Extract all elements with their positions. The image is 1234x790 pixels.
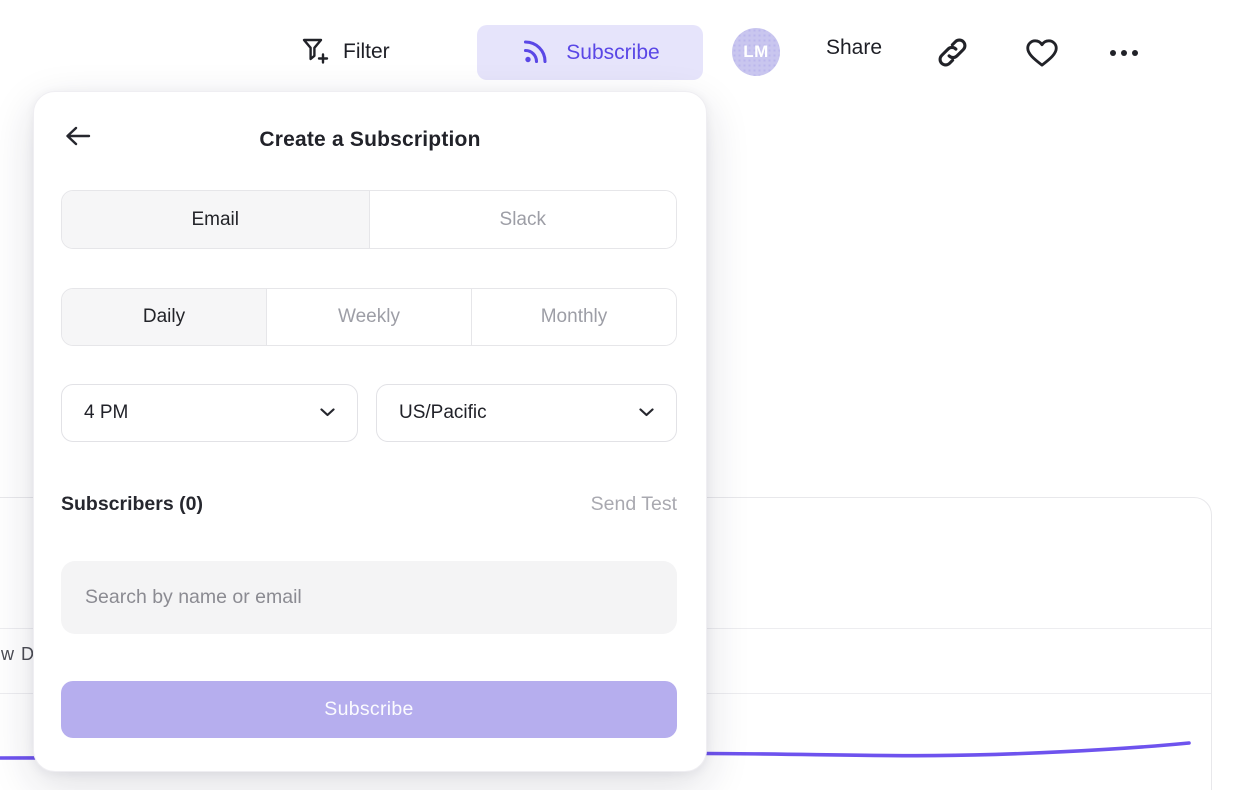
tab-email[interactable]: Email [62, 191, 369, 248]
subscribers-count-label: Subscribers (0) [61, 493, 203, 516]
send-test-button[interactable]: Send Test [591, 493, 677, 516]
copy-link-button[interactable] [934, 34, 971, 76]
timezone-select[interactable]: US/Pacific [376, 384, 677, 442]
rss-icon [520, 34, 553, 72]
tab-daily[interactable]: Daily [62, 289, 266, 345]
schedule-row: 4 PM US/Pacific [61, 384, 677, 442]
channel-tabs: Email Slack [61, 190, 677, 249]
heart-icon [1024, 36, 1060, 74]
frequency-tabs: Daily Weekly Monthly [61, 288, 677, 346]
favorite-button[interactable] [1024, 36, 1060, 74]
filter-label: Filter [343, 40, 390, 64]
filter-button[interactable]: Filter [299, 30, 390, 74]
tab-slack[interactable]: Slack [369, 191, 677, 248]
chevron-down-icon [639, 404, 654, 422]
modal-title: Create a Subscription [34, 128, 706, 152]
tab-weekly[interactable]: Weekly [266, 289, 471, 345]
filter-plus-icon [299, 33, 330, 71]
timezone-select-value: US/Pacific [399, 402, 487, 424]
subscribe-label: Subscribe [566, 41, 659, 65]
avatar-initials: LM [743, 42, 769, 62]
subscribe-button[interactable]: Subscribe [477, 25, 703, 80]
ellipsis-icon [1110, 50, 1138, 56]
chevron-down-icon [320, 404, 335, 422]
tab-monthly[interactable]: Monthly [471, 289, 676, 345]
create-subscription-modal: Create a Subscription Email Slack Daily … [33, 91, 707, 772]
subscribers-row: Subscribers (0) Send Test [61, 493, 677, 516]
subscriber-search-input[interactable] [61, 561, 677, 634]
avatar[interactable]: LM [732, 28, 780, 76]
link-icon [934, 34, 971, 76]
more-options-button[interactable] [1110, 48, 1138, 58]
subscribe-submit-button[interactable]: Subscribe [61, 681, 677, 738]
time-select[interactable]: 4 PM [61, 384, 358, 442]
share-button[interactable]: Share [826, 36, 882, 60]
page: w D Filter Subscribe LM Share [0, 0, 1234, 790]
time-select-value: 4 PM [84, 402, 128, 424]
share-label: Share [826, 36, 882, 60]
clipped-chart-label: w D [1, 644, 35, 665]
